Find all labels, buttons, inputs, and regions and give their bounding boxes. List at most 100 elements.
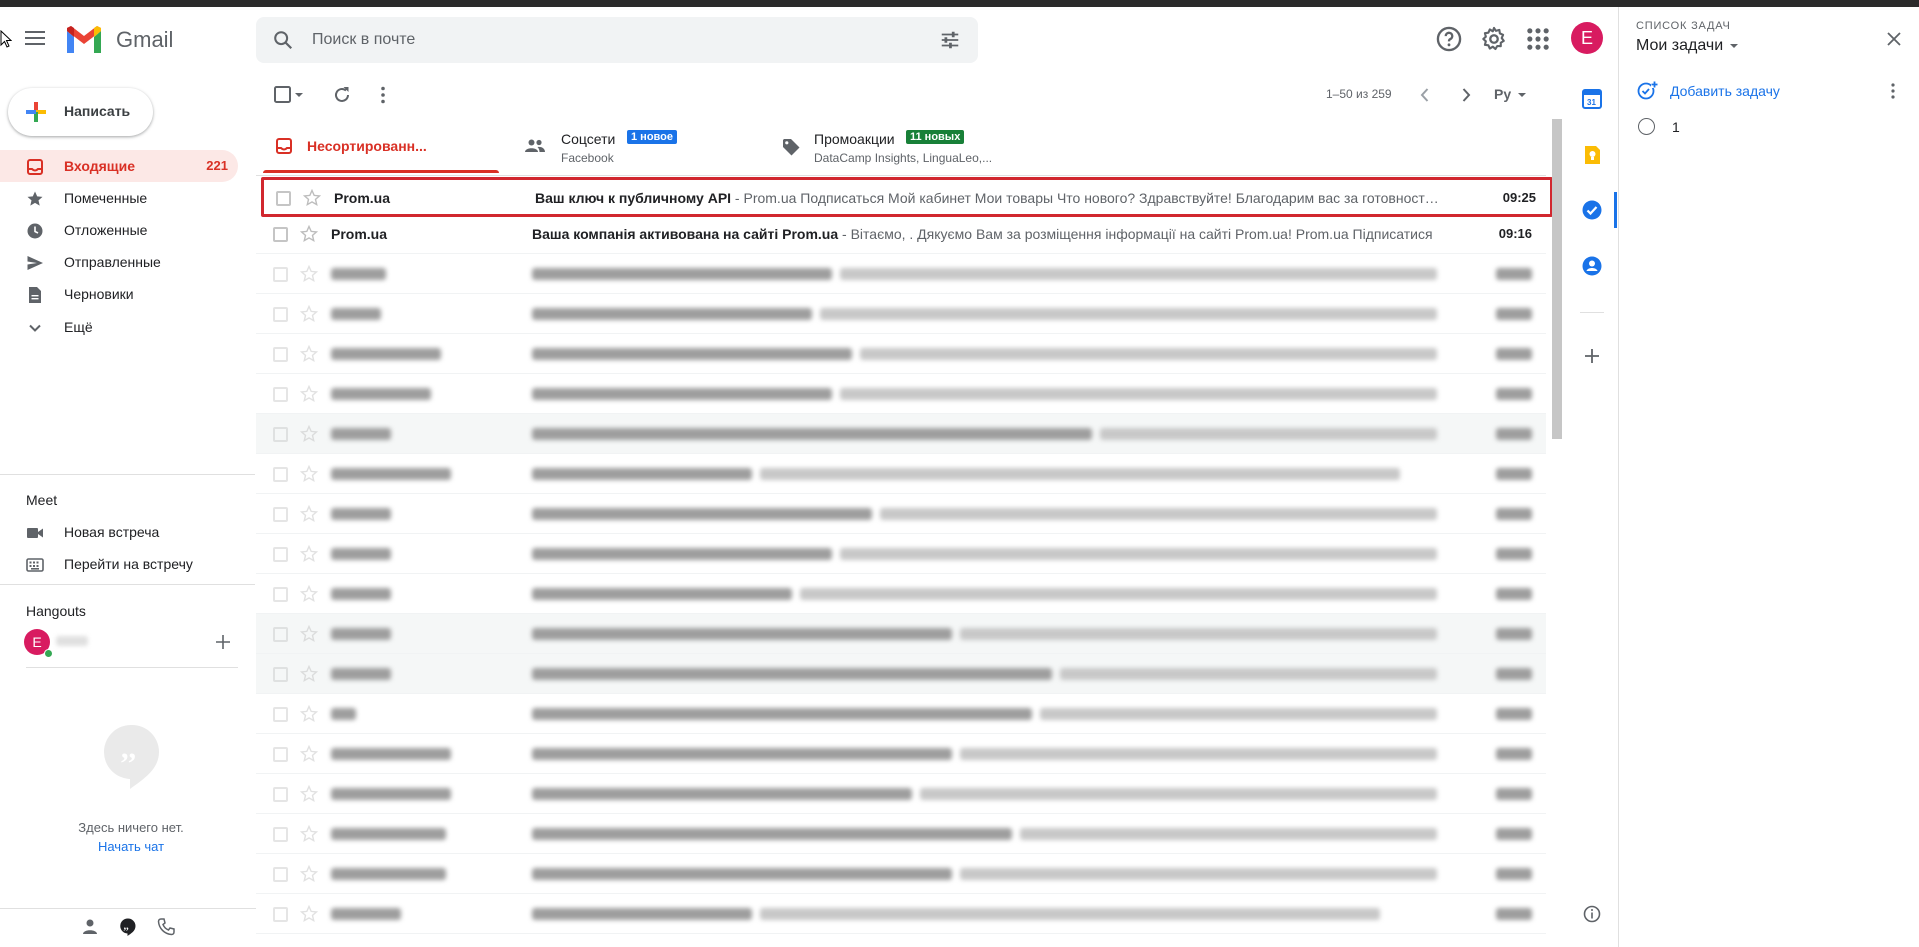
select-all-checkbox[interactable]: [272, 84, 294, 106]
star-outline-icon[interactable]: [300, 305, 318, 323]
row-checkbox[interactable]: [273, 347, 288, 362]
star-outline-icon[interactable]: [300, 265, 318, 283]
email-row-blurred[interactable]: [256, 494, 1546, 534]
star-outline-icon[interactable]: [300, 225, 318, 243]
star-outline-icon[interactable]: [303, 189, 321, 207]
tab-promotions[interactable]: Промоакции 11 новых DataCamp Insights, L…: [777, 119, 1013, 174]
row-checkbox[interactable]: [273, 827, 288, 842]
sidebar-item-inbox[interactable]: Входящие 221: [0, 150, 238, 182]
email-row-blurred[interactable]: [256, 854, 1546, 894]
star-outline-icon[interactable]: [300, 665, 318, 683]
tab-primary[interactable]: Несортированн...: [263, 119, 499, 174]
row-checkbox[interactable]: [273, 267, 288, 282]
star-outline-icon[interactable]: [300, 825, 318, 843]
apps-grid-icon[interactable]: [1524, 25, 1552, 53]
task-item[interactable]: 1: [1636, 116, 1896, 140]
tab-social[interactable]: Соцсети 1 новое Facebook: [520, 119, 756, 174]
email-row-blurred[interactable]: [256, 734, 1546, 774]
list-scrollbar[interactable]: [1552, 119, 1562, 439]
row-checkbox[interactable]: [273, 747, 288, 762]
star-outline-icon[interactable]: [300, 705, 318, 723]
email-row-blurred[interactable]: [256, 254, 1546, 294]
email-row-blurred[interactable]: [256, 614, 1546, 654]
select-dropdown-icon[interactable]: [292, 84, 306, 106]
settings-gear-icon[interactable]: [1480, 25, 1508, 53]
sidebar-item-snoozed[interactable]: Отложенные: [0, 214, 238, 246]
sidebar-item-drafts[interactable]: Черновики: [0, 278, 238, 310]
row-checkbox[interactable]: [273, 907, 288, 922]
info-icon[interactable]: [1583, 905, 1601, 923]
refresh-icon[interactable]: [331, 84, 353, 106]
phone-icon[interactable]: [156, 917, 176, 937]
calendar-app-icon[interactable]: 31: [1581, 88, 1603, 110]
email-row-blurred[interactable]: [256, 334, 1546, 374]
star-outline-icon[interactable]: [300, 545, 318, 563]
email-row-blurred[interactable]: [256, 814, 1546, 854]
star-outline-icon[interactable]: [300, 865, 318, 883]
email-row[interactable]: Prom.ua Ваша компанія активована на сайт…: [256, 214, 1546, 254]
join-meeting-item[interactable]: Перейти на встречу: [0, 548, 238, 580]
star-outline-icon[interactable]: [300, 425, 318, 443]
star-outline-icon[interactable]: [300, 905, 318, 923]
star-outline-icon[interactable]: [300, 785, 318, 803]
more-options-icon[interactable]: [372, 84, 394, 106]
main-menu-button[interactable]: [22, 27, 48, 51]
email-row[interactable]: Prom.ua Ваш ключ к публичному API - Prom…: [261, 177, 1553, 217]
search-bar[interactable]: [256, 17, 978, 63]
row-checkbox[interactable]: [273, 387, 288, 402]
star-outline-icon[interactable]: [300, 345, 318, 363]
email-row-blurred[interactable]: [256, 654, 1546, 694]
add-task-button[interactable]: Добавить задачу: [1636, 80, 1856, 104]
row-checkbox[interactable]: [273, 307, 288, 322]
star-outline-icon[interactable]: [300, 625, 318, 643]
compose-button[interactable]: Написать: [8, 88, 153, 136]
account-avatar[interactable]: E: [1571, 22, 1603, 54]
email-row-blurred[interactable]: [256, 294, 1546, 334]
add-icon[interactable]: [214, 633, 232, 651]
row-checkbox[interactable]: [273, 547, 288, 562]
row-checkbox[interactable]: [273, 427, 288, 442]
new-meeting-item[interactable]: Новая встреча: [0, 516, 238, 548]
row-checkbox[interactable]: [273, 467, 288, 482]
email-row-blurred[interactable]: [256, 534, 1546, 574]
row-checkbox[interactable]: [273, 867, 288, 882]
email-row-blurred[interactable]: [256, 414, 1546, 454]
email-row-blurred[interactable]: [256, 574, 1546, 614]
contacts-app-icon[interactable]: [1581, 255, 1603, 277]
start-chat-link[interactable]: Начать чат: [0, 839, 262, 854]
star-outline-icon[interactable]: [300, 505, 318, 523]
email-row-blurred[interactable]: [256, 774, 1546, 814]
star-outline-icon[interactable]: [300, 385, 318, 403]
tasks-app-icon[interactable]: [1581, 199, 1603, 221]
sidebar-item-sent[interactable]: Отправленные: [0, 246, 238, 278]
email-row-blurred[interactable]: [256, 694, 1546, 734]
task-complete-checkbox[interactable]: [1638, 118, 1655, 135]
star-outline-icon[interactable]: [300, 585, 318, 603]
star-outline-icon[interactable]: [300, 745, 318, 763]
row-checkbox[interactable]: [273, 507, 288, 522]
row-checkbox[interactable]: [273, 707, 288, 722]
row-checkbox[interactable]: [273, 627, 288, 642]
task-list-selector[interactable]: Мои задачи: [1636, 37, 1739, 55]
search-input[interactable]: [312, 17, 912, 63]
contacts-person-icon[interactable]: [80, 917, 100, 937]
sidebar-item-more[interactable]: Ещё: [0, 311, 238, 343]
row-checkbox[interactable]: [273, 787, 288, 802]
help-icon[interactable]: [1435, 25, 1463, 53]
row-checkbox[interactable]: [273, 227, 288, 242]
chevron-left-icon[interactable]: [1414, 84, 1436, 106]
row-checkbox[interactable]: [276, 191, 291, 206]
row-checkbox[interactable]: [273, 587, 288, 602]
chevron-right-icon[interactable]: [1455, 84, 1477, 106]
task-list-menu-icon[interactable]: [1890, 81, 1896, 101]
search-icon[interactable]: [272, 29, 294, 51]
email-row-blurred[interactable]: [256, 454, 1546, 494]
row-checkbox[interactable]: [273, 667, 288, 682]
close-icon[interactable]: [1884, 29, 1904, 49]
star-outline-icon[interactable]: [300, 465, 318, 483]
search-options-icon[interactable]: [938, 29, 962, 51]
keep-app-icon[interactable]: [1581, 144, 1603, 166]
add-app-icon[interactable]: [1581, 345, 1603, 367]
email-row-blurred[interactable]: [256, 894, 1546, 934]
email-row-blurred[interactable]: [256, 374, 1546, 414]
